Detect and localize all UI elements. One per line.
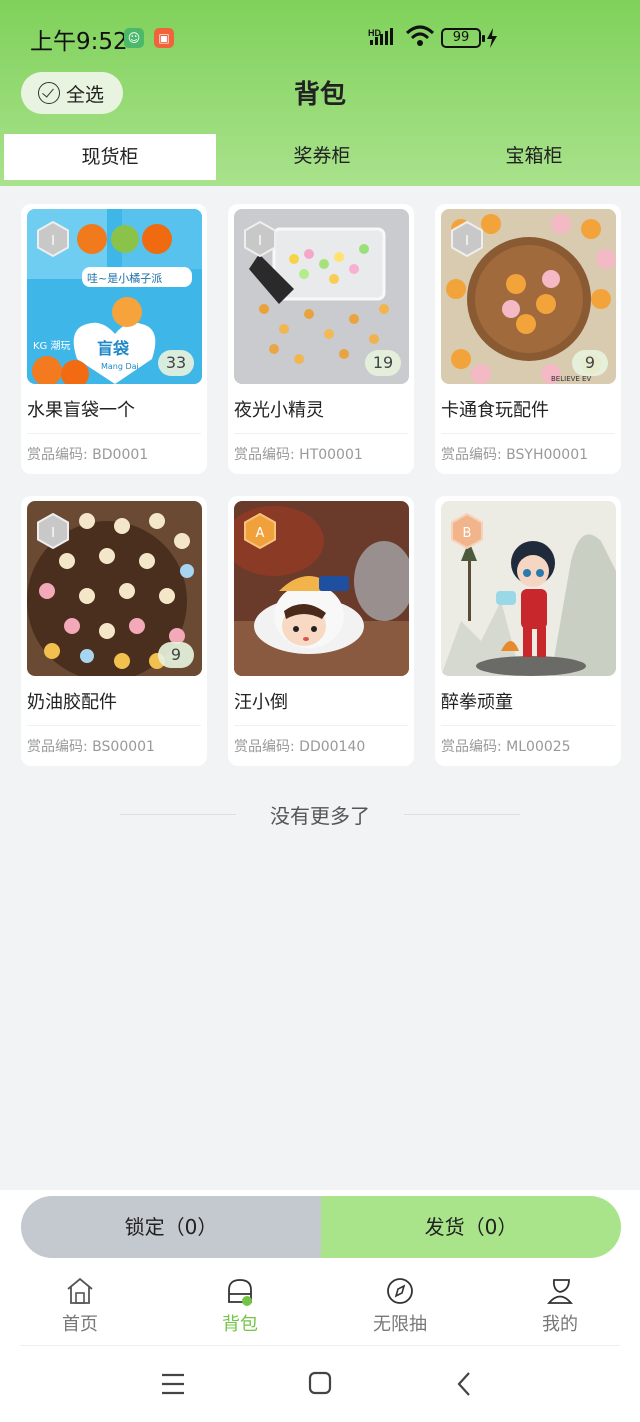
cabinet-tabs: 现货柜 奖券柜 宝箱柜 <box>0 132 640 182</box>
grade-label: I <box>51 526 55 541</box>
tab-vouchers[interactable]: 奖券柜 <box>216 132 428 182</box>
home-icon <box>67 1277 93 1304</box>
divider <box>441 433 615 434</box>
tab-treasure-box[interactable]: 宝箱柜 <box>428 132 640 182</box>
divider <box>234 433 408 434</box>
compass-icon <box>387 1278 413 1304</box>
app-notification-icon: ☺ <box>124 28 144 48</box>
nav-unlimited-draw[interactable]: 无限抽 <box>320 1270 480 1346</box>
nav-label: 我的 <box>542 1314 578 1335</box>
item-image: A <box>234 501 409 676</box>
item-image-text: KG 潮玩 <box>33 339 71 352</box>
list-end-text: 没有更多了 <box>270 804 370 828</box>
grade-label: A <box>256 526 265 541</box>
back-icon[interactable] <box>456 1371 472 1397</box>
divider <box>27 433 201 434</box>
grade-badge: B <box>451 513 483 549</box>
divider <box>441 725 615 726</box>
nav-label: 无限抽 <box>373 1314 427 1335</box>
menu-icon[interactable] <box>160 1372 186 1396</box>
item-image-text: 哇~是小橘子派 <box>87 272 162 285</box>
item-name: 夜光小精灵 <box>234 400 324 421</box>
item-image: B <box>441 501 616 676</box>
item-image-text: Mang Dai <box>101 362 139 371</box>
grade-label: I <box>258 234 262 249</box>
item-image-text: 盲袋 <box>97 339 130 358</box>
grade-badge: I <box>451 221 483 257</box>
item-name: 卡通食玩配件 <box>441 400 549 421</box>
bottom-nav: 首页 背包 无限抽 我的 <box>0 1270 640 1346</box>
nav-home[interactable]: 首页 <box>0 1270 160 1346</box>
item-name: 汪小倒 <box>234 692 288 713</box>
item-count: 9 <box>572 350 608 376</box>
item-count: 19 <box>365 350 401 376</box>
item-image: 哇~是小橘子派 盲袋 Mang Dai KG 潮玩 I 33 <box>27 209 202 384</box>
page-title: 背包 <box>293 80 346 110</box>
grade-label: I <box>465 234 469 249</box>
lock-button[interactable]: 锁定（0） <box>21 1196 321 1258</box>
grade-badge: I <box>37 221 69 257</box>
item-card[interactable]: A 汪小倒 赏品编码: DD00140 <box>228 496 414 766</box>
grade-label: B <box>463 526 472 541</box>
item-code: 赏品编码: HT00001 <box>234 447 363 463</box>
ship-button[interactable]: 发货（0） <box>321 1196 621 1258</box>
divider <box>20 1345 620 1346</box>
item-name: 水果盲袋一个 <box>27 400 135 421</box>
profile-icon <box>547 1279 573 1304</box>
battery-icon: 99 <box>441 28 485 48</box>
nav-label: 背包 <box>222 1314 258 1335</box>
item-image: I 19 <box>234 209 409 384</box>
network-type-label: HD <box>368 28 381 38</box>
item-code: 赏品编码: BSYH00001 <box>441 447 589 463</box>
backpack-icon <box>228 1279 252 1306</box>
system-nav-bar <box>0 1350 640 1422</box>
item-code: 赏品编码: DD00140 <box>234 739 366 755</box>
item-name: 醉拳顽童 <box>441 692 513 713</box>
item-card[interactable]: I 9 奶油胶配件 赏品编码: BS00001 <box>21 496 207 766</box>
item-image: BELIEVE EV I 9 <box>441 209 616 384</box>
nav-profile[interactable]: 我的 <box>480 1270 640 1346</box>
item-code: 赏品编码: ML00025 <box>441 739 571 755</box>
charging-icon <box>487 28 497 48</box>
grade-badge: I <box>37 513 69 549</box>
action-bar: 锁定（0） 发货（0） <box>21 1196 621 1258</box>
item-card[interactable]: BELIEVE EV I 9 卡通食玩配件 赏品编码: BSYH00001 <box>435 204 621 474</box>
wifi-icon <box>405 25 435 46</box>
signal-icon: HD <box>368 28 393 45</box>
item-code: 赏品编码: BD0001 <box>27 447 149 463</box>
grade-badge: I <box>244 221 276 257</box>
app-notification-icon: ▣ <box>154 28 174 48</box>
item-card[interactable]: I 19 夜光小精灵 赏品编码: HT00001 <box>228 204 414 474</box>
item-code: 赏品编码: BS00001 <box>27 739 155 755</box>
item-image: I 9 <box>27 501 202 676</box>
home-square-icon[interactable] <box>308 1371 332 1395</box>
grade-badge: A <box>244 513 276 549</box>
grade-label: I <box>51 234 55 249</box>
item-card[interactable]: B 醉拳顽童 赏品编码: ML00025 <box>435 496 621 766</box>
item-image-text: BELIEVE EV <box>551 375 591 383</box>
item-count: 9 <box>158 642 194 668</box>
nav-backpack[interactable]: 背包 <box>160 1270 320 1346</box>
status-time: 上午9:52 <box>30 29 128 55</box>
nav-label: 首页 <box>62 1314 98 1335</box>
item-count: 33 <box>158 350 194 376</box>
divider <box>234 725 408 726</box>
item-card[interactable]: 哇~是小橘子派 盲袋 Mang Dai KG 潮玩 I 33 水果盲袋一个 赏品… <box>21 204 207 474</box>
item-name: 奶油胶配件 <box>27 692 117 713</box>
status-bar: 上午9:52 ☺ ▣ HD 99 <box>0 0 640 72</box>
divider <box>27 725 201 726</box>
tab-in-stock[interactable]: 现货柜 <box>4 134 216 180</box>
